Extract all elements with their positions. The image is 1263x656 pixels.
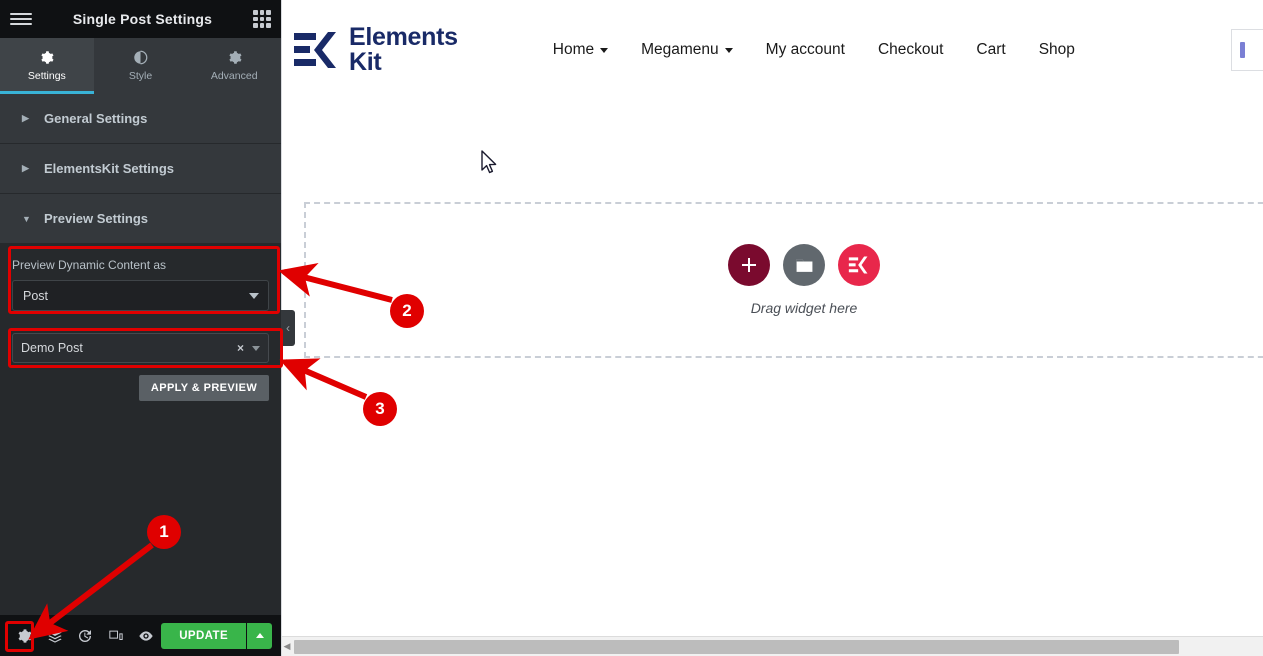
dropzone-buttons — [728, 244, 880, 286]
horizontal-scrollbar[interactable]: ◀ — [282, 636, 1263, 656]
section-elementskit-settings-label: ElementsKit Settings — [44, 161, 175, 176]
chevron-down-icon — [249, 292, 259, 299]
update-button-group: UPDATE — [161, 622, 273, 649]
nav-item-megamenu-label: Megamenu — [641, 41, 719, 58]
elementskit-logo-icon — [294, 32, 336, 68]
section-preview-settings-label: Preview Settings — [44, 211, 149, 226]
logo-line-1: Elements — [349, 23, 458, 51]
navigator-layers-icon[interactable] — [39, 615, 69, 656]
nav-item-checkout[interactable]: Checkout — [878, 41, 943, 59]
nav-item-checkout-label: Checkout — [877, 41, 944, 58]
panel-body: ▶ General Settings ▶ ElementsKit Setting… — [0, 94, 281, 656]
panel-header: Single Post Settings — [0, 0, 281, 38]
nav-item-home-label: Home — [552, 41, 595, 58]
site-header: Elements Kit Home Megamenu My account Ch… — [282, 0, 1263, 100]
scroll-left-arrow-icon[interactable]: ◀ — [282, 641, 292, 652]
nav-item-shop-label: Shop — [1038, 41, 1075, 58]
ek-logo-icon — [848, 256, 868, 274]
nav-item-cart-label: Cart — [976, 41, 1006, 58]
panel-footer: UPDATE — [0, 615, 281, 656]
preview-canvas: Elements Kit Home Megamenu My account Ch… — [281, 0, 1263, 656]
chevron-right-icon: ▶ — [22, 113, 29, 123]
panel-collapse-handle[interactable]: ‹ — [281, 310, 295, 346]
add-section-button[interactable] — [728, 244, 770, 286]
widgets-grid-icon[interactable] — [253, 10, 271, 28]
nav-item-cart[interactable]: Cart — [976, 41, 1005, 59]
half-circle-icon — [134, 50, 148, 65]
chevron-right-icon: ▶ — [22, 163, 29, 173]
tab-settings[interactable]: Settings — [0, 38, 94, 94]
elementskit-widgets-button[interactable] — [838, 244, 880, 286]
tab-style-label: Style — [128, 70, 153, 82]
clear-selection-icon[interactable]: × — [237, 341, 244, 355]
scrollbar-thumb[interactable] — [294, 639, 1179, 654]
chevron-down-icon — [724, 47, 733, 53]
update-button[interactable]: UPDATE — [161, 622, 247, 649]
content-type-value: Post — [23, 288, 49, 303]
site-logo[interactable]: Elements Kit — [294, 25, 458, 75]
header-search-box[interactable] — [1231, 29, 1263, 71]
preview-settings-content: Preview Dynamic Content as Post Demo Pos… — [0, 244, 281, 411]
tab-advanced[interactable]: Advanced — [187, 38, 281, 94]
nav-item-megamenu[interactable]: Megamenu — [641, 41, 733, 59]
hamburger-menu-icon[interactable] — [10, 13, 32, 25]
nav-item-my-account[interactable]: My account — [766, 41, 845, 59]
search-icon — [1240, 42, 1245, 58]
tab-style[interactable]: Style — [94, 38, 188, 94]
nav-item-home[interactable]: Home — [552, 41, 609, 59]
screenshot-root: Single Post Settings Settings Style Adva… — [0, 0, 1263, 656]
elementor-panel: Single Post Settings Settings Style Adva… — [0, 0, 281, 656]
plus-icon — [741, 257, 757, 273]
dropzone-hint-text: Drag widget here — [750, 300, 858, 316]
add-template-button[interactable] — [783, 244, 825, 286]
gear-icon — [41, 51, 54, 64]
preview-dynamic-content-label: Preview Dynamic Content as — [12, 258, 167, 272]
section-preview-settings[interactable]: ▼ Preview Settings — [0, 194, 281, 244]
responsive-mode-icon[interactable] — [100, 615, 130, 656]
chevron-down-icon — [252, 345, 260, 351]
site-nav: Home Megamenu My account Checkout Cart S… — [553, 41, 1075, 59]
section-elementskit-settings[interactable]: ▶ ElementsKit Settings — [0, 144, 281, 194]
post-select-value: Demo Post — [21, 341, 83, 355]
post-select[interactable]: Demo Post × — [12, 333, 269, 363]
nav-item-my-account-label: My account — [765, 41, 845, 58]
site-logo-text: Elements Kit — [349, 25, 458, 75]
tab-settings-label: Settings — [27, 70, 66, 82]
logo-line-2: Kit — [349, 48, 382, 76]
gear-icon — [229, 51, 242, 64]
widget-dropzone[interactable]: Drag widget here — [304, 202, 1263, 358]
section-general-settings-label: General Settings — [44, 111, 148, 126]
folder-icon — [796, 258, 812, 272]
page-settings-gear-icon[interactable] — [9, 615, 39, 656]
history-icon[interactable] — [70, 615, 100, 656]
chevron-down-icon: ▼ — [22, 213, 31, 224]
apply-and-preview-button[interactable]: APPLY & PREVIEW — [139, 375, 269, 401]
panel-tabs: Settings Style Advanced — [0, 38, 281, 94]
section-general-settings[interactable]: ▶ General Settings — [0, 94, 281, 144]
nav-item-shop[interactable]: Shop — [1039, 41, 1075, 59]
content-type-select[interactable]: Post — [12, 280, 269, 311]
chevron-down-icon — [600, 47, 609, 53]
tab-advanced-label: Advanced — [210, 70, 258, 82]
preview-eye-icon[interactable] — [131, 615, 161, 656]
update-options-chevron-up-icon[interactable] — [246, 622, 273, 649]
panel-title: Single Post Settings — [72, 11, 213, 27]
